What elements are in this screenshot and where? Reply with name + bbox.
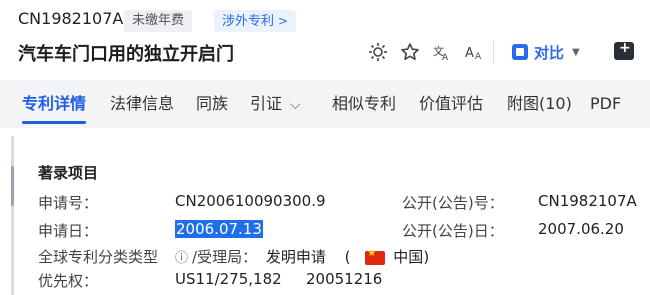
tab-drawings[interactable]: 附图(10): [507, 80, 572, 128]
toolbar-divider: [493, 40, 494, 64]
application-number-value: CN200610090300.9: [175, 192, 326, 210]
star-icon: [401, 43, 419, 60]
classification-label: 全球专利分类类型: [38, 248, 159, 266]
application-date-value: 2006.07.13: [175, 220, 263, 238]
favorite-button[interactable]: [398, 40, 422, 64]
detail-tabs: 专利详情 法律信息 同族 引证 ⌵ 相似专利 价值评估 附图(10) PDF: [0, 80, 650, 128]
publication-date-label: 公开(公告)日：: [402, 222, 504, 240]
application-number-label: 申请号：: [38, 194, 99, 212]
publication-number-label: 公开(公告)号：: [402, 194, 504, 212]
country-value: 中国: [393, 248, 424, 266]
foreign-patent-badge[interactable]: 涉外专利 >: [214, 10, 297, 32]
close-paren: ): [423, 248, 430, 266]
compare-icon: [512, 44, 528, 60]
application-date-label: 申请日：: [38, 222, 99, 240]
tab-citations-label: 引证: [250, 94, 283, 113]
compare-button[interactable]: 对比 ▼: [512, 40, 580, 64]
add-to-folder-icon[interactable]: [614, 40, 634, 60]
classification-row: ⓘ /受理局： 发明申请 ( 中国): [175, 246, 429, 267]
scroll-track[interactable]: [11, 136, 14, 295]
svg-text:A: A: [442, 53, 449, 62]
china-flag-icon: [365, 248, 386, 265]
translate-button[interactable]: 文A: [430, 40, 454, 64]
tab-legal-info[interactable]: 法律信息: [110, 80, 174, 128]
foreign-patent-label: 涉外专利: [222, 14, 275, 29]
tab-pdf[interactable]: PDF: [590, 80, 621, 128]
publication-date-value: 2007.06.20: [538, 220, 624, 238]
caret-down-icon: ▼: [572, 46, 580, 58]
chevron-right-icon: >: [278, 14, 289, 28]
compare-label: 对比: [534, 43, 565, 62]
fee-status-badge: 未缴年费: [124, 10, 193, 32]
tab-patent-details[interactable]: 专利详情: [22, 80, 87, 128]
brightness-button[interactable]: [366, 40, 390, 64]
tab-family[interactable]: 同族: [196, 80, 228, 128]
tab-value-assessment[interactable]: 价值评估: [419, 80, 483, 128]
tab-similar-patents[interactable]: 相似专利: [332, 80, 396, 128]
publication-number-value: CN1982107A: [538, 192, 637, 210]
translate-icon: 文A: [433, 44, 449, 62]
chevron-down-icon: ⌵: [290, 97, 301, 113]
publication-number: CN1982107A: [18, 9, 124, 28]
scroll-thumb[interactable]: [11, 166, 14, 206]
tab-citations[interactable]: 引证 ⌵: [250, 80, 301, 128]
svg-text:A: A: [475, 52, 482, 62]
font-size-icon: AA: [465, 46, 482, 62]
info-icon[interactable]: ⓘ: [175, 251, 188, 266]
bibliographic-section-title: 著录项目: [38, 164, 99, 182]
priority-date: 20051216: [306, 270, 383, 288]
font-size-button[interactable]: AA: [462, 40, 486, 64]
office-label: /受理局：: [192, 248, 258, 266]
priority-label: 优先权：: [38, 272, 99, 290]
patent-title: 汽车车门口用的独立开启门: [18, 44, 234, 65]
selected-text: 2006.07.13: [175, 220, 263, 238]
open-paren: (: [344, 248, 351, 266]
patent-header: CN1982107A 未缴年费 涉外专利 > 汽车车门口用的独立开启门 文A AA…: [0, 0, 650, 80]
classification-value: 发明申请: [265, 248, 326, 266]
sun-icon: [369, 43, 387, 61]
svg-text:A: A: [465, 46, 474, 61]
priority-number: US11/275,182: [175, 270, 282, 288]
